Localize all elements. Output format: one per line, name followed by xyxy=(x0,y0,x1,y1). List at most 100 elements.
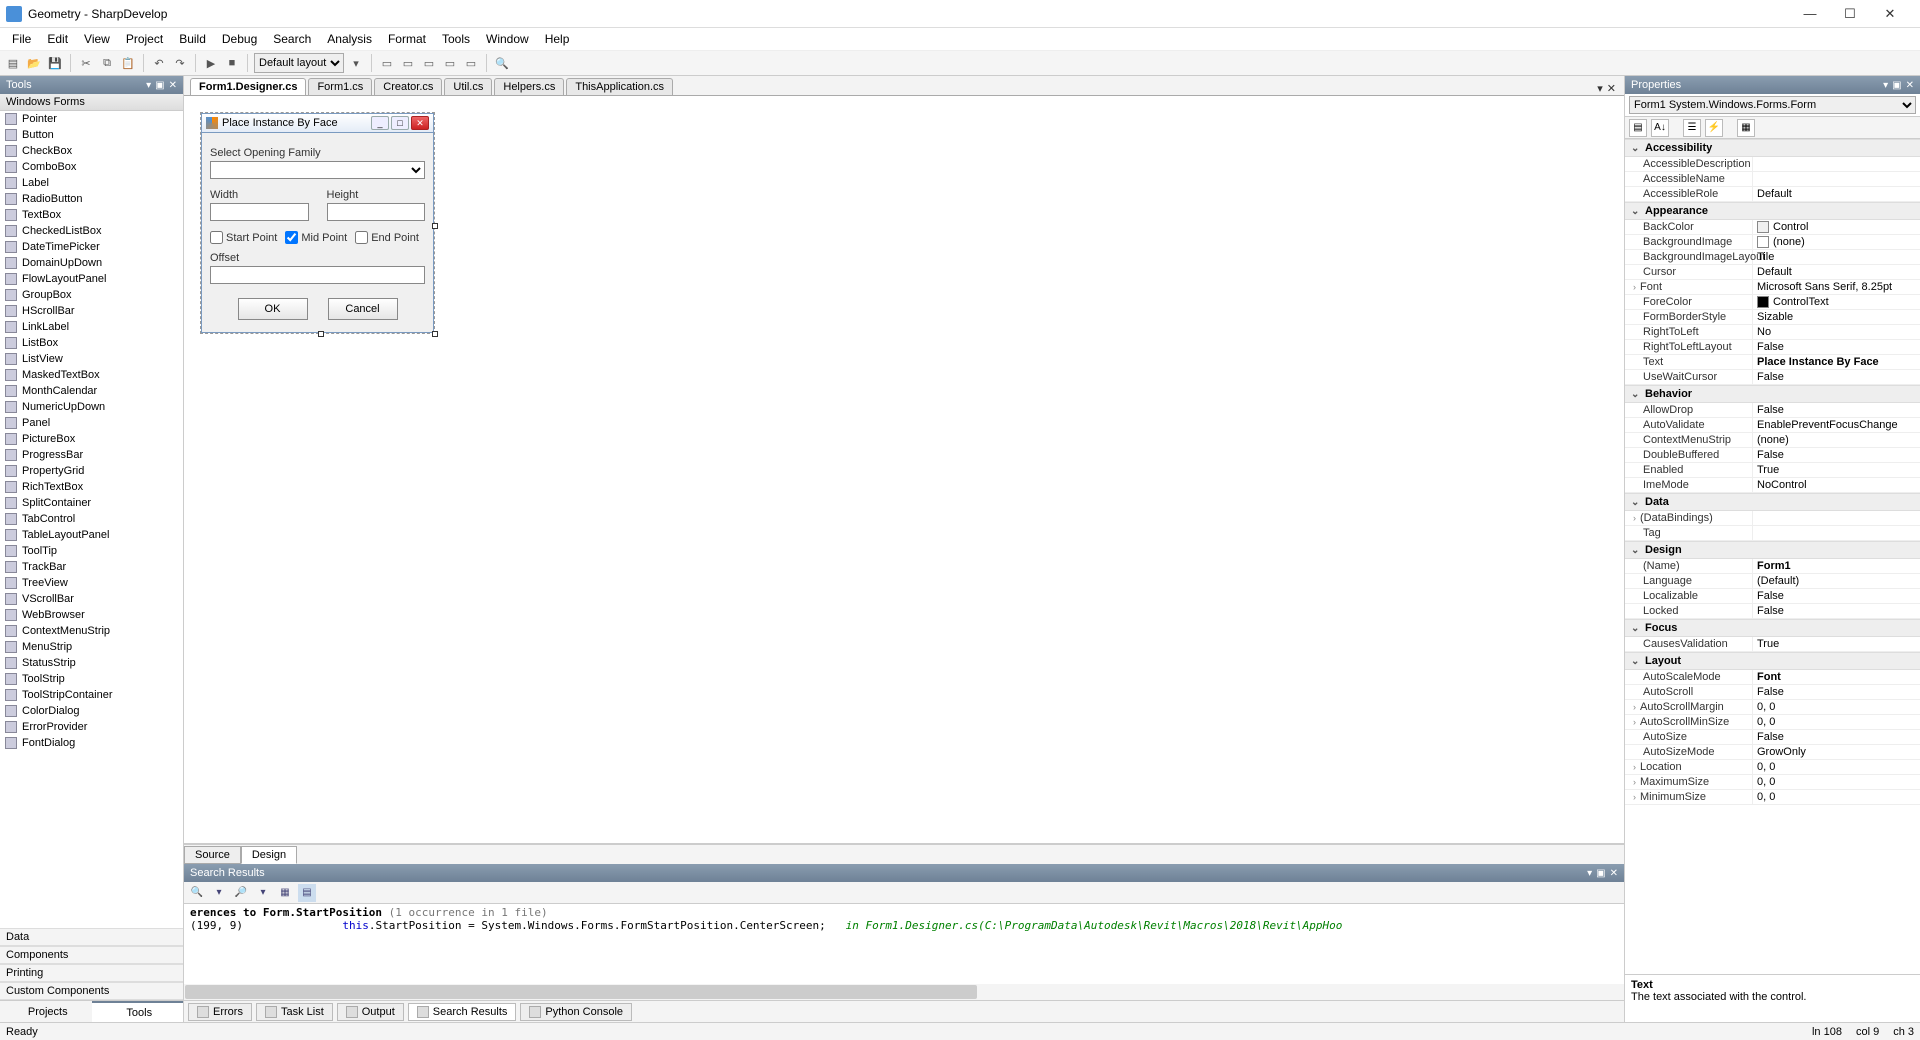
propertypages-icon[interactable]: ▦ xyxy=(1737,119,1755,137)
menu-window[interactable]: Window xyxy=(478,30,537,48)
prop-category[interactable]: Accessibility xyxy=(1625,139,1920,157)
file-tab[interactable]: Util.cs xyxy=(444,78,492,95)
prop-row[interactable]: RightToLeftNo xyxy=(1625,325,1920,340)
toolbox-webbrowser[interactable]: WebBrowser xyxy=(0,607,183,623)
prop-row[interactable]: UseWaitCursorFalse xyxy=(1625,370,1920,385)
file-tab[interactable]: Creator.cs xyxy=(374,78,442,95)
layout-dropdown[interactable]: Default layout xyxy=(254,53,344,73)
toolbox-tooltip[interactable]: ToolTip xyxy=(0,543,183,559)
search-prev-icon[interactable]: 🔍 xyxy=(188,884,206,902)
stop-icon[interactable]: ■ xyxy=(223,54,241,72)
height-input[interactable] xyxy=(327,203,426,221)
toolbox-section-data[interactable]: Data xyxy=(0,928,183,946)
toolbox-radiobutton[interactable]: RadioButton xyxy=(0,191,183,207)
close-button[interactable]: ✕ xyxy=(1876,4,1904,24)
undo-icon[interactable]: ↶ xyxy=(150,54,168,72)
toolbox-hscrollbar[interactable]: HScrollBar xyxy=(0,303,183,319)
toolbox-richtextbox[interactable]: RichTextBox xyxy=(0,479,183,495)
prop-row[interactable]: AutoSizeModeGrowOnly xyxy=(1625,745,1920,760)
toolbox-errorprovider[interactable]: ErrorProvider xyxy=(0,719,183,735)
search-results-list[interactable]: erences to Form.StartPosition (1 occurre… xyxy=(184,904,1624,984)
prop-category[interactable]: Layout xyxy=(1625,652,1920,670)
layout-opts-icon[interactable]: ▾ xyxy=(347,54,365,72)
menu-view[interactable]: View xyxy=(76,30,118,48)
toolbox-linklabel[interactable]: LinkLabel xyxy=(0,319,183,335)
save-icon[interactable]: 💾 xyxy=(46,54,64,72)
toolbox-datetimepicker[interactable]: DateTimePicker xyxy=(0,239,183,255)
form-min-icon[interactable]: _ xyxy=(371,116,389,130)
toolbox-splitcontainer[interactable]: SplitContainer xyxy=(0,495,183,511)
prop-row[interactable]: AutoScaleModeFont xyxy=(1625,670,1920,685)
prop-row[interactable]: ImeModeNoControl xyxy=(1625,478,1920,493)
menu-help[interactable]: Help xyxy=(537,30,578,48)
events-icon[interactable]: ⚡ xyxy=(1705,119,1723,137)
close-icon[interactable]: ✕ xyxy=(169,80,177,91)
file-tab[interactable]: Form1.cs xyxy=(308,78,372,95)
toolbox-vscrollbar[interactable]: VScrollBar xyxy=(0,591,183,607)
toolbox-tabcontrol[interactable]: TabControl xyxy=(0,511,183,527)
toolbox-fontdialog[interactable]: FontDialog xyxy=(0,735,183,751)
toolbox-picturebox[interactable]: PictureBox xyxy=(0,431,183,447)
new-icon[interactable]: ▤ xyxy=(4,54,22,72)
bottom-tab-task-list[interactable]: Task List xyxy=(256,1003,333,1021)
file-tab[interactable]: Form1.Designer.cs xyxy=(190,78,306,95)
prop-row[interactable]: AutoSizeFalse xyxy=(1625,730,1920,745)
menu-search[interactable]: Search xyxy=(265,30,319,48)
paste-icon[interactable]: 📋 xyxy=(119,54,137,72)
prop-category[interactable]: Design xyxy=(1625,541,1920,559)
toolbox-checkbox[interactable]: CheckBox xyxy=(0,143,183,159)
tab-projects[interactable]: Projects xyxy=(0,1001,92,1022)
menu-analysis[interactable]: Analysis xyxy=(319,30,380,48)
width-input[interactable] xyxy=(210,203,309,221)
toolbox-propertygrid[interactable]: PropertyGrid xyxy=(0,463,183,479)
toolbox-trackbar[interactable]: TrackBar xyxy=(0,559,183,575)
prop-row[interactable]: Location0, 0 xyxy=(1625,760,1920,775)
prop-row[interactable]: BackColorControl xyxy=(1625,220,1920,235)
toolbox-panel[interactable]: Panel xyxy=(0,415,183,431)
family-combobox[interactable] xyxy=(210,161,425,179)
align-icon[interactable]: ▭ xyxy=(462,54,480,72)
toolbox-flowlayoutpanel[interactable]: FlowLayoutPanel xyxy=(0,271,183,287)
prop-category[interactable]: Appearance xyxy=(1625,202,1920,220)
toolbox-category[interactable]: Windows Forms xyxy=(0,94,183,111)
menu-format[interactable]: Format xyxy=(380,30,434,48)
close-icon[interactable]: ✕ xyxy=(1906,80,1914,91)
alphabetical-icon[interactable]: A↓ xyxy=(1651,119,1669,137)
toolbox-contextmenustrip[interactable]: ContextMenuStrip xyxy=(0,623,183,639)
toolbox-treeview[interactable]: TreeView xyxy=(0,575,183,591)
prop-row[interactable]: EnabledTrue xyxy=(1625,463,1920,478)
align-icon[interactable]: ▭ xyxy=(420,54,438,72)
minimize-button[interactable]: — xyxy=(1796,4,1824,24)
prop-category[interactable]: Focus xyxy=(1625,619,1920,637)
maximize-button[interactable]: ☐ xyxy=(1836,4,1864,24)
prop-row[interactable]: BackgroundImage(none) xyxy=(1625,235,1920,250)
bottom-tab-python-console[interactable]: Python Console xyxy=(520,1003,632,1021)
menu-tools[interactable]: Tools xyxy=(434,30,478,48)
toolbox-progressbar[interactable]: ProgressBar xyxy=(0,447,183,463)
offset-input[interactable] xyxy=(210,266,425,284)
prop-row[interactable]: FormBorderStyleSizable xyxy=(1625,310,1920,325)
prop-row[interactable]: ContextMenuStrip(none) xyxy=(1625,433,1920,448)
align-icon[interactable]: ▭ xyxy=(399,54,417,72)
toolbox-combobox[interactable]: ComboBox xyxy=(0,159,183,175)
tab-list-icon[interactable]: ▾ xyxy=(1597,82,1603,95)
prop-row[interactable]: ForeColorControlText xyxy=(1625,295,1920,310)
endpoint-checkbox[interactable]: End Point xyxy=(355,231,419,244)
properties-icon[interactable]: ☰ xyxy=(1683,119,1701,137)
dropdown-icon[interactable]: ▾ xyxy=(1587,868,1592,879)
prop-category[interactable]: Behavior xyxy=(1625,385,1920,403)
dropdown-icon[interactable]: ▾ xyxy=(146,80,151,91)
search-icon[interactable]: 🔍 xyxy=(493,54,511,72)
bottom-tab-search-results[interactable]: Search Results xyxy=(408,1003,517,1021)
form-max-icon[interactable]: □ xyxy=(391,116,409,130)
pin-icon[interactable]: ▣ xyxy=(1596,868,1605,879)
scrollbar-horizontal[interactable] xyxy=(184,984,1624,1000)
toolbox-toolstrip[interactable]: ToolStrip xyxy=(0,671,183,687)
pin-icon[interactable]: ▣ xyxy=(155,80,164,91)
align-icon[interactable]: ▭ xyxy=(378,54,396,72)
toolbox-label[interactable]: Label xyxy=(0,175,183,191)
prop-row[interactable]: AccessibleRoleDefault xyxy=(1625,187,1920,202)
prop-row[interactable]: RightToLeftLayoutFalse xyxy=(1625,340,1920,355)
tab-tools[interactable]: Tools xyxy=(92,1001,184,1022)
flat-icon[interactable]: ▤ xyxy=(298,884,316,902)
